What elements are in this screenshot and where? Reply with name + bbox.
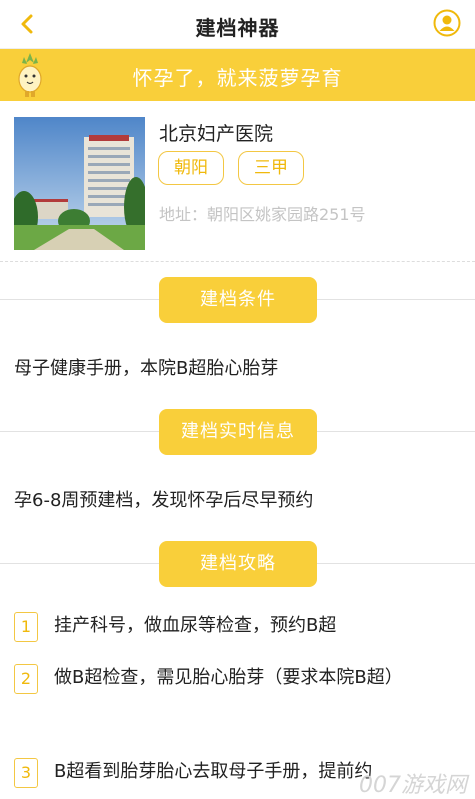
section-header-conditions: 建档条件 — [0, 277, 475, 323]
section-header-realtime: 建档实时信息 — [0, 409, 475, 455]
step-text: 做B超检查，需见胎心胎芽（要求本院B超） — [54, 667, 403, 688]
realtime-text: 孕6-8周预建档，发现怀孕后尽早预约 — [14, 490, 314, 511]
hospital-card[interactable]: 北京妇产医院 朝阳 三甲 地址：朝阳区姚家园路251号 — [0, 101, 475, 262]
section-header-guide: 建档攻略 — [0, 541, 475, 587]
hospital-name: 北京妇产医院 — [159, 123, 274, 145]
district-tag: 朝阳 — [158, 151, 224, 185]
page-title: 建档神器 — [195, 16, 280, 40]
user-icon[interactable] — [433, 9, 461, 37]
step-number: 1 — [14, 612, 38, 642]
top-bar: 建档神器 — [0, 0, 475, 49]
watermark: 007游戏网 — [359, 773, 467, 798]
section-title-guide: 建档攻略 — [159, 541, 317, 587]
banner-slogan: 怀孕了，就来菠萝孕育 — [132, 66, 343, 90]
section-title-conditions: 建档条件 — [159, 277, 317, 323]
step-number: 3 — [14, 758, 38, 788]
promo-banner[interactable]: 怀孕了，就来菠萝孕育 — [0, 49, 475, 101]
hospital-photo — [10, 117, 148, 254]
hospital-address: 地址：朝阳区姚家园路251号 — [159, 205, 366, 224]
step-text: 挂产科号，做血尿等检查，预约B超 — [54, 615, 337, 636]
conditions-text: 母子健康手册，本院B超胎心胎芽 — [14, 358, 279, 379]
grade-tag: 三甲 — [238, 151, 304, 185]
section-title-realtime: 建档实时信息 — [159, 409, 317, 455]
